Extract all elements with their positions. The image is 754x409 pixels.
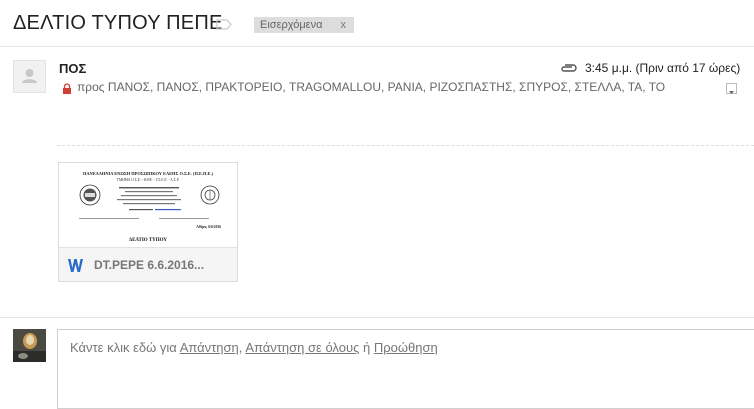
- reply-prompt: Κάντε κλικ εδώ για Απάντηση, Απάντηση σε…: [70, 340, 438, 355]
- attachment-clip-icon: [561, 64, 577, 72]
- reply-box[interactable]: Κάντε κλικ εδώ για Απάντηση, Απάντηση σε…: [57, 329, 754, 409]
- avatar-placeholder-icon: [22, 69, 37, 83]
- reply-link[interactable]: Απάντηση: [180, 340, 239, 355]
- preview-title: ΔΕΛΤΙΟ ΤΥΠΟΥ: [129, 238, 167, 243]
- divider: [0, 46, 754, 47]
- attachment-filename[interactable]: DT.PEPE 6.6.2016...: [94, 258, 204, 272]
- sender-avatar[interactable]: [13, 60, 46, 93]
- word-doc-icon: [68, 259, 83, 272]
- attachment-card[interactable]: ΠΑΝΕΛΛΗΝΙΑ ΕΝΩΣΗ ΠΡΟΣΩΠΙΚΟΥ ΕΛΕΗΣ Ο.Σ.Ε.…: [58, 162, 238, 282]
- lock-icon: [63, 83, 71, 94]
- user-photo-icon: [13, 329, 46, 362]
- preview-date: Αθήνα, 6/6/2016: [196, 225, 221, 229]
- reply-or-text: ή: [362, 340, 371, 355]
- my-avatar[interactable]: [13, 329, 46, 362]
- message-time: 3:45 μ.μ. (Πριν από 17 ώρες): [585, 61, 741, 75]
- email-subject: ΔΕΛΤΙΟ ΤΥΠΟΥ ΠΕΠΕ: [13, 12, 223, 34]
- preview-org-line1: ΠΑΝΕΛΛΗΝΙΑ ΕΝΩΣΗ ΠΡΟΣΩΠΙΚΟΥ ΕΛΕΗΣ Ο.Σ.Ε.…: [83, 171, 214, 176]
- attachments-divider: [57, 145, 754, 146]
- label-outline-icon[interactable]: [216, 19, 232, 30]
- reply-prompt-prefix: Κάντε κλικ εδώ για: [70, 340, 177, 355]
- show-details-button[interactable]: [726, 83, 737, 94]
- label-chip-inbox: Εισερχόμενα x: [254, 17, 354, 33]
- divider: [0, 317, 754, 318]
- forward-link[interactable]: Προώθηση: [374, 340, 438, 355]
- reply-separator: ,: [238, 340, 243, 355]
- reply-all-link[interactable]: Απάντηση σε όλους: [245, 340, 359, 355]
- remove-label-button[interactable]: x: [340, 19, 346, 31]
- chevron-down-icon: [729, 91, 734, 94]
- preview-org-line2: ΤΜΗΜΑ Ο.Σ.Ε. - Θ.ΒΕ. - Γ.Σ.Ε.Ε. - Α.Σ.Ρ.: [117, 178, 180, 182]
- attachment-preview: ΠΑΝΕΛΛΗΝΙΑ ΕΝΩΣΗ ΠΡΟΣΩΠΙΚΟΥ ΕΛΕΗΣ Ο.Σ.Ε.…: [59, 163, 237, 247]
- recipients-list[interactable]: προς ΠΑΝΟΣ, ΠΑΝΟΣ, ΠΡΑΚΤΟΡΕΙΟ, TRAGOMALL…: [77, 80, 721, 94]
- label-chip-text: Εισερχόμενα: [260, 19, 323, 31]
- sender-name[interactable]: ΠΟΣ: [59, 61, 86, 76]
- attachment-footer[interactable]: DT.PEPE 6.6.2016...: [59, 247, 237, 281]
